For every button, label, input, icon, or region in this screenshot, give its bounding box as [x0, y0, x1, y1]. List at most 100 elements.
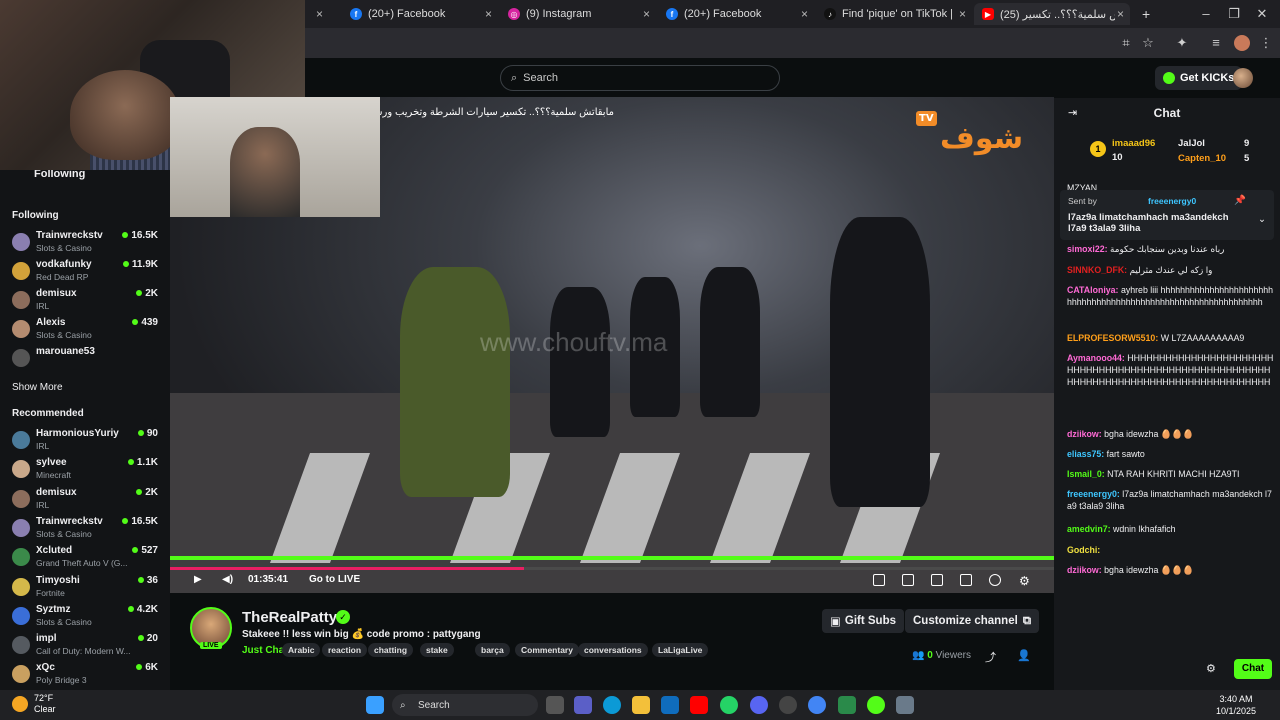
fullscreen-icon[interactable]	[960, 574, 972, 586]
pip-icon[interactable]	[931, 574, 943, 586]
tab-youtube-active[interactable]: ▶ (25) مابقاتش سلمية؟؟؟.. تكسير ×	[974, 3, 1130, 25]
close-icon[interactable]: ×	[801, 7, 808, 21]
show-more-link[interactable]: Show More	[12, 382, 63, 393]
maximize-icon[interactable]: ❐	[1226, 6, 1242, 22]
sidebar-item[interactable]: xQc Poly Bridge 3 6K	[12, 662, 162, 690]
stream-tag[interactable]: Arabic	[282, 643, 321, 657]
stream-tag[interactable]: chatting	[368, 643, 414, 657]
channel-viewers: 527	[132, 545, 158, 556]
search-input[interactable]: ⌕ Search	[500, 65, 780, 91]
tab-instagram[interactable]: ◎ (9) Instagram ×	[500, 3, 656, 25]
system-clock[interactable]: 3:40 AM 10/1/2025	[1216, 693, 1256, 717]
sidebar-item[interactable]: Timyoshi Fortnite 36	[12, 575, 162, 603]
miniplayer-icon[interactable]	[873, 574, 885, 586]
follow-icon[interactable]: 👤	[1017, 649, 1031, 662]
close-window-icon[interactable]: ✕	[1254, 6, 1270, 22]
pinned-message[interactable]: Sent by freeenergy0 📌 l7az9a limatchamha…	[1060, 190, 1274, 240]
live-dot-icon	[136, 290, 143, 296]
gift-icon: ▣	[830, 616, 841, 628]
close-icon[interactable]: ×	[959, 7, 966, 21]
live-progress-bar[interactable]	[170, 556, 1054, 560]
app-icon[interactable]	[838, 696, 856, 714]
weather-widget[interactable]: 72°F Clear	[34, 693, 56, 715]
volume-icon[interactable]: ◀)	[222, 574, 233, 585]
close-icon[interactable]: ×	[643, 7, 650, 21]
minimize-icon[interactable]: –	[1198, 6, 1214, 22]
new-tab-button[interactable]: +	[1134, 3, 1154, 25]
tab-tiktok[interactable]: ♪ Find 'pique' on TikTok | TikTok ×	[816, 3, 972, 25]
customize-channel-button[interactable]: Customize channel ⧉	[905, 609, 1040, 633]
tab-close-partial[interactable]: ×	[305, 3, 325, 25]
sidebar-item[interactable]: Trainwreckstv Slots & Casino 16.5K	[12, 230, 162, 258]
go-to-live-button[interactable]: Go to LIVE	[309, 574, 360, 585]
whatsapp-icon[interactable]	[720, 696, 738, 714]
streamer-name[interactable]: TheRealPatty	[242, 609, 337, 626]
discord-icon[interactable]	[750, 696, 768, 714]
github-icon[interactable]	[779, 696, 797, 714]
chat-send-button[interactable]: Chat	[1234, 659, 1272, 679]
chat-settings-icon[interactable]: ⚙	[1206, 662, 1216, 675]
edge-icon[interactable]	[603, 696, 621, 714]
theater-icon[interactable]	[902, 574, 914, 586]
close-icon[interactable]: ×	[1117, 7, 1124, 21]
teams-icon[interactable]	[574, 696, 592, 714]
gift-subs-button[interactable]: ▣ Gift Subs	[822, 609, 904, 633]
task-view-icon[interactable]	[546, 696, 564, 714]
kick-icon[interactable]	[867, 696, 885, 714]
chat-username: amedvin7:	[1067, 524, 1111, 534]
search-icon: ⌕	[400, 699, 406, 711]
sidebar-item[interactable]: marouane53	[12, 346, 162, 374]
tab-facebook-2[interactable]: f (20+) Facebook ×	[658, 3, 814, 25]
channel-category: Slots & Casino	[36, 528, 92, 539]
sidebar-item[interactable]: Trainwreckstv Slots & Casino 16.5K	[12, 516, 162, 544]
channel-name: Trainwreckstv	[36, 230, 103, 241]
chrome-icon[interactable]	[808, 696, 826, 714]
get-kicks-button[interactable]: Get KICKs	[1155, 66, 1243, 90]
bookmark-star-icon[interactable]: ☆	[1140, 35, 1156, 51]
play-icon[interactable]: ▶	[194, 574, 202, 585]
stream-tag[interactable]: stake	[420, 643, 454, 657]
close-icon[interactable]: ×	[485, 7, 492, 21]
channel-category: Minecraft	[36, 470, 71, 481]
user-icon: 👥	[912, 650, 925, 661]
chat-message: simoxi22: رباه عندنا وبدين سنجابك حكومة	[1067, 243, 1275, 255]
settings-icon[interactable]: ⚙	[1019, 574, 1030, 588]
stream-tag[interactable]: barça	[475, 643, 510, 657]
weather-icon[interactable]	[12, 696, 28, 712]
sidebar-item[interactable]: vodkafunky Red Dead RP 11.9K	[12, 259, 162, 287]
sidebar-item[interactable]: impl Call of Duty: Modern W... 20	[12, 633, 162, 661]
sidebar-item[interactable]: Syztmz Slots & Casino 4.2K	[12, 604, 162, 632]
extensions-icon[interactable]: ✦	[1174, 35, 1190, 51]
youtube-icon[interactable]	[690, 696, 708, 714]
settings-app-icon[interactable]	[896, 696, 914, 714]
profile-icon[interactable]	[1234, 35, 1250, 51]
sidebar-item[interactable]: demisux IRL 2K	[12, 487, 162, 515]
stream-tag[interactable]: Commentary	[515, 643, 579, 657]
sidebar-item[interactable]: demisux IRL 2K	[12, 288, 162, 316]
sidebar-item[interactable]: HarmoniousYuriy IRL 90	[12, 428, 162, 456]
share-icon[interactable]: ⤴	[985, 649, 996, 665]
channel-avatar	[12, 518, 30, 537]
user-avatar[interactable]	[1233, 68, 1253, 88]
translate-icon[interactable]: ⌗	[1118, 35, 1134, 51]
clip-icon[interactable]	[989, 574, 1001, 586]
outlook-icon[interactable]	[661, 696, 679, 714]
explorer-icon[interactable]	[632, 696, 650, 714]
sidebar-item[interactable]: Alexis Slots & Casino 439	[12, 317, 162, 345]
chevron-down-icon[interactable]: ⌄	[1258, 214, 1266, 225]
stream-tag[interactable]: conversations	[578, 643, 648, 657]
live-dot-icon	[132, 319, 139, 325]
chat-username: SINNKO_DFK:	[1067, 265, 1128, 275]
start-icon[interactable]	[366, 696, 384, 714]
video-caption: مابقاتش سلمية؟؟؟.. تكسير سيارات الشرطة و…	[368, 107, 614, 118]
stream-tag[interactable]: LaLigaLive	[652, 643, 709, 657]
media-icon[interactable]: ≡	[1208, 35, 1224, 51]
channel-name: vodkafunky	[36, 259, 92, 270]
stream-tag[interactable]: reaction	[322, 643, 368, 657]
sidebar-item[interactable]: Xcluted Grand Theft Auto V (G... 527	[12, 545, 162, 573]
menu-dots-icon[interactable]: ⋮	[1258, 35, 1274, 51]
taskbar-search[interactable]: ⌕ Search	[392, 694, 538, 716]
pin-icon[interactable]: 📌	[1234, 195, 1246, 206]
tab-facebook-1[interactable]: f (20+) Facebook ×	[342, 3, 498, 25]
sidebar-item[interactable]: sylvee Minecraft 1.1K	[12, 457, 162, 485]
